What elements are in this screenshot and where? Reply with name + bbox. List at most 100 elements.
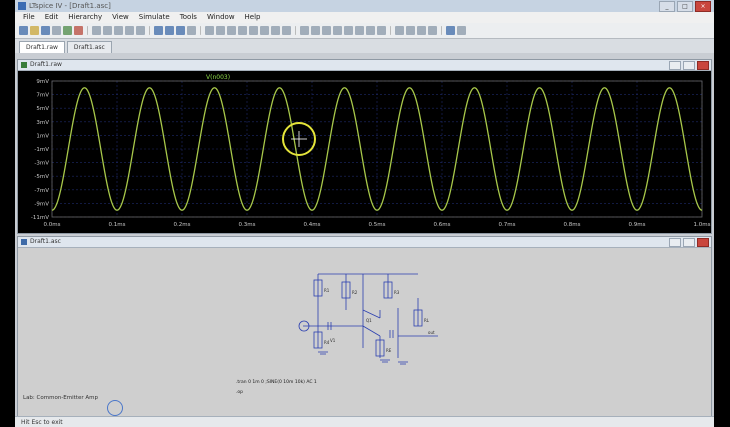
waveform-pane-title: Draft1.raw bbox=[30, 61, 62, 68]
y-tick-label: -1mV bbox=[34, 147, 49, 153]
halt-icon[interactable] bbox=[74, 26, 83, 35]
undo-icon[interactable] bbox=[322, 26, 331, 35]
zoom-out-icon[interactable] bbox=[114, 26, 123, 35]
x-tick-label: 0.7ms bbox=[499, 222, 516, 228]
help-icon[interactable] bbox=[457, 26, 466, 35]
wire-icon[interactable] bbox=[205, 26, 214, 35]
zoom-fit-icon[interactable] bbox=[125, 26, 134, 35]
capacitor-icon[interactable] bbox=[249, 26, 258, 35]
tab-schematic[interactable]: Draft1.asc bbox=[66, 41, 112, 53]
tile-horizontal-icon[interactable] bbox=[154, 26, 163, 35]
drag-icon[interactable] bbox=[311, 26, 320, 35]
close-window-icon[interactable] bbox=[187, 26, 196, 35]
waveform-chart[interactable]: 9mV 7mV 5mV 3mV 1mV -1mV -3mV -5mV -7mV -9mV -11mV… bbox=[18, 71, 711, 233]
schematic-wire bbox=[317, 273, 418, 348]
zoom-in-icon[interactable] bbox=[103, 26, 112, 35]
pick-visible-traces-icon[interactable] bbox=[446, 26, 455, 35]
pane-minimize-button[interactable] bbox=[669, 238, 681, 247]
menu-view[interactable]: View bbox=[112, 12, 129, 23]
y-tick-label: -7mV bbox=[34, 188, 49, 194]
menu-simulate[interactable]: Simulate bbox=[139, 12, 170, 23]
menu-file[interactable]: File bbox=[23, 12, 35, 23]
waveform-window: Draft1.raw V(n003) 9mV 7mV 5mV 3mV 1mV -1mV -3… bbox=[17, 59, 712, 234]
title-bar: LTspice IV - [Draft1.asc] _ □ × bbox=[15, 0, 714, 12]
cascade-icon[interactable] bbox=[176, 26, 185, 35]
spice-directive-icon[interactable] bbox=[377, 26, 386, 35]
pane-controls bbox=[669, 238, 709, 247]
ltspice-window: LTspice IV - [Draft1.asc] _ □ × File Edi… bbox=[15, 0, 714, 427]
menu-help[interactable]: Help bbox=[245, 12, 261, 23]
spice-directive[interactable]: .op bbox=[236, 390, 243, 395]
autorange-icon[interactable] bbox=[136, 26, 145, 35]
window-controls: _ □ × bbox=[659, 1, 711, 12]
toolbar-separator bbox=[390, 26, 391, 35]
toolbar-separator bbox=[295, 26, 296, 35]
menu-hierarchy[interactable]: Hierarchy bbox=[68, 12, 102, 23]
toolbar-separator bbox=[87, 26, 88, 35]
svg-text:Q1: Q1 bbox=[366, 318, 372, 323]
diode-icon[interactable] bbox=[271, 26, 280, 35]
x-tick-label: 0.9ms bbox=[629, 222, 646, 228]
toolbar-separator bbox=[441, 26, 442, 35]
pan-icon[interactable] bbox=[92, 26, 101, 35]
pane-minimize-button[interactable] bbox=[669, 61, 681, 70]
ground-icon[interactable] bbox=[216, 26, 225, 35]
schematic-pane-header: Draft1.asc bbox=[18, 237, 711, 248]
duplicate-icon[interactable] bbox=[406, 26, 415, 35]
menu-tools[interactable]: Tools bbox=[180, 12, 197, 23]
tile-vertical-icon[interactable] bbox=[165, 26, 174, 35]
pane-restore-button[interactable] bbox=[683, 61, 695, 70]
resistor-icon[interactable] bbox=[238, 26, 247, 35]
svg-text:R2: R2 bbox=[352, 290, 358, 295]
svg-text:out: out bbox=[428, 330, 435, 335]
find-icon[interactable] bbox=[417, 26, 426, 35]
x-tick-label: 0.3ms bbox=[239, 222, 256, 228]
svg-text:RE: RE bbox=[386, 348, 392, 353]
label-net-icon[interactable] bbox=[227, 26, 236, 35]
y-tick-label: -9mV bbox=[34, 201, 49, 207]
move-icon[interactable] bbox=[300, 26, 309, 35]
pane-close-button[interactable] bbox=[697, 238, 709, 247]
open-icon[interactable] bbox=[30, 26, 39, 35]
maximize-button[interactable]: □ bbox=[677, 1, 693, 12]
menu-edit[interactable]: Edit bbox=[45, 12, 59, 23]
y-tick-label: -11mV bbox=[31, 215, 49, 221]
document-tabs: Draft1.raw Draft1.asc bbox=[15, 39, 714, 53]
click-highlight bbox=[107, 400, 123, 416]
pane-close-button[interactable] bbox=[697, 61, 709, 70]
tab-waveform[interactable]: Draft1.raw bbox=[19, 41, 65, 53]
toolbar-separator bbox=[149, 26, 150, 35]
menu-bar: File Edit Hierarchy View Simulate Tools … bbox=[15, 12, 714, 23]
schematic-canvas[interactable]: R1 R2 R3 R4 RE RL V1 Q1 out .tran 0 1m 0 ;SINE… bbox=[18, 248, 711, 417]
control-panel-icon[interactable] bbox=[52, 26, 61, 35]
close-button[interactable]: × bbox=[695, 1, 711, 12]
inductor-icon[interactable] bbox=[260, 26, 269, 35]
x-tick-label: 0.1ms bbox=[109, 222, 126, 228]
delete-icon[interactable] bbox=[395, 26, 404, 35]
x-tick-label: 0.2ms bbox=[174, 222, 191, 228]
x-tick-label: 0.5ms bbox=[369, 222, 386, 228]
run-icon[interactable] bbox=[63, 26, 72, 35]
svg-text:V1: V1 bbox=[330, 338, 336, 343]
new-icon[interactable] bbox=[19, 26, 28, 35]
rotate-icon[interactable] bbox=[344, 26, 353, 35]
waveform-plot-area[interactable]: V(n003) 9mV 7mV 5mV 3mV 1mV -1mV -3mV -5mV -7mV -… bbox=[18, 71, 711, 233]
schematic-icon bbox=[21, 239, 27, 245]
redo-icon[interactable] bbox=[333, 26, 342, 35]
pane-restore-button[interactable] bbox=[683, 238, 695, 247]
y-tick-label: 5mV bbox=[36, 106, 49, 112]
schematic-drawing[interactable]: R1 R2 R3 R4 RE RL V1 Q1 out bbox=[18, 248, 711, 417]
print-icon[interactable] bbox=[428, 26, 437, 35]
text-icon[interactable] bbox=[366, 26, 375, 35]
y-tick-label: -5mV bbox=[34, 174, 49, 180]
mirror-icon[interactable] bbox=[355, 26, 364, 35]
x-tick-label: 0.8ms bbox=[564, 222, 581, 228]
toolbar bbox=[15, 23, 714, 39]
component-icon[interactable] bbox=[282, 26, 291, 35]
svg-text:RL: RL bbox=[424, 318, 430, 323]
minimize-button[interactable]: _ bbox=[659, 1, 675, 12]
save-icon[interactable] bbox=[41, 26, 50, 35]
menu-window[interactable]: Window bbox=[207, 12, 235, 23]
spice-directive[interactable]: .tran 0 1m 0 ;SINE(0 10m 10k) AC 1 bbox=[236, 380, 317, 385]
pane-controls bbox=[669, 61, 709, 70]
